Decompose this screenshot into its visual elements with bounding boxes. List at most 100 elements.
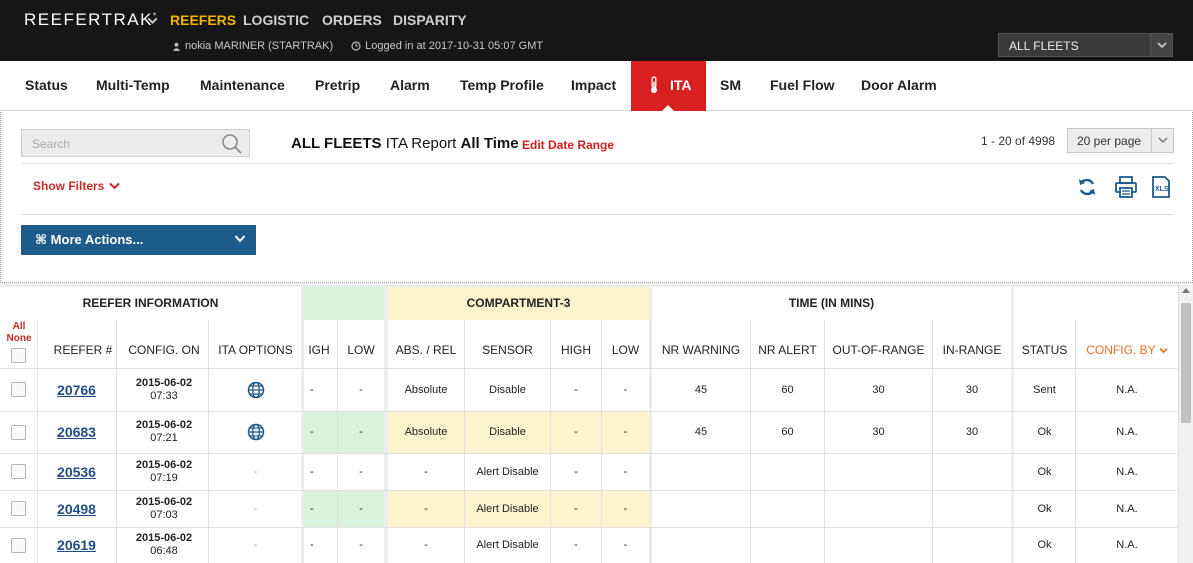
select-all-checkbox[interactable] (11, 347, 26, 363)
low-b-cell: - (602, 411, 649, 453)
scroll-up-arrow-icon[interactable] (1182, 288, 1190, 293)
brand-logo[interactable]: REEFERTRAK* (24, 10, 158, 30)
refresh-icon[interactable] (1075, 175, 1099, 199)
more-actions-button[interactable]: ⌘ More Actions... (21, 225, 256, 255)
tab-sm[interactable]: SM (720, 61, 741, 111)
low-b-value: - (623, 465, 628, 478)
reefer-link[interactable]: 20498 (57, 501, 96, 517)
column-config-on[interactable]: CONFIG. ON (120, 320, 208, 368)
reefer-cell: 20683 (37, 411, 116, 453)
select-all-link[interactable]: All (13, 321, 26, 332)
reefer-link[interactable]: 20766 (57, 382, 96, 398)
nav-logistic[interactable]: LOGISTIC (243, 12, 309, 28)
column-low[interactable]: LOW (338, 320, 384, 368)
nr-warning-cell (652, 490, 750, 527)
row-checkbox-cell (0, 527, 37, 563)
low-a-cell: - (338, 490, 384, 527)
column-status[interactable]: STATUS (1014, 320, 1075, 368)
nav-orders[interactable]: ORDERS (322, 12, 382, 28)
report-fleet: ALL FLEETS (291, 135, 382, 152)
high-a-value: - (310, 539, 314, 551)
reefer-link[interactable]: 20536 (57, 464, 96, 480)
column-nr-alert[interactable]: NR ALERT (751, 320, 824, 368)
row-checkbox[interactable] (11, 424, 26, 440)
abs-rel-value: - (424, 539, 428, 551)
sensor-value: Disable (489, 383, 526, 396)
tab-fuel-flow[interactable]: Fuel Flow (770, 61, 835, 111)
high-a-cell: - (304, 411, 337, 453)
globe-icon[interactable] (247, 381, 265, 399)
row-checkbox[interactable] (11, 382, 26, 397)
reefer-cell: 20498 (37, 490, 116, 527)
reefer-link[interactable]: 20619 (57, 537, 96, 553)
tab-door-alarm[interactable]: Door Alarm (861, 61, 937, 111)
vertical-scrollbar[interactable] (1178, 283, 1193, 563)
column-high[interactable]: IGH (304, 320, 334, 368)
edit-date-range-link[interactable]: Edit Date Range (522, 138, 614, 152)
scroll-thumb[interactable] (1181, 303, 1191, 423)
xls-export-icon[interactable]: XLS (1149, 175, 1173, 199)
tab-pretrip[interactable]: Pretrip (315, 61, 360, 111)
select-none-link[interactable]: None (7, 333, 32, 344)
high-b-value: - (574, 426, 578, 438)
column-abs-rel[interactable]: ABS. / REL (388, 320, 464, 368)
show-filters-toggle[interactable]: Show Filters (33, 179, 121, 193)
column-ita-options[interactable]: ITA OPTIONS (210, 320, 301, 368)
more-actions-label: ⌘ More Actions... (35, 232, 144, 247)
reefer-link[interactable]: 20683 (57, 424, 96, 440)
select-all-none[interactable]: All None (4, 321, 34, 345)
column-reefer[interactable]: REEFER # (50, 320, 116, 368)
config-by-cell: N.A. (1076, 527, 1178, 563)
tab-temp-profile[interactable]: Temp Profile (460, 61, 544, 111)
chevron-down-icon[interactable] (1150, 34, 1172, 56)
config-on-cell: 2015-06-02 07:19 (120, 453, 208, 490)
abs-rel-cell: - (388, 527, 464, 563)
chevron-down-icon[interactable] (1151, 129, 1173, 152)
search-icon[interactable] (221, 133, 243, 155)
column-sensor[interactable]: SENSOR (465, 320, 550, 368)
column-config-by[interactable]: CONFIG. BY (1076, 320, 1178, 368)
sensor-cell: Alert Disable (465, 527, 550, 563)
user-name: nokia MARINER (STARTRAK) (185, 40, 334, 52)
column-nr-warning[interactable]: NR WARNING (652, 320, 750, 368)
fleet-select[interactable]: ALL FLEETS (998, 33, 1173, 57)
status-cell: Ok (1014, 411, 1075, 453)
low-a-cell: - (338, 527, 384, 563)
print-icon[interactable] (1114, 175, 1138, 199)
row-checkbox[interactable] (11, 501, 26, 516)
divider (824, 320, 825, 563)
abs-rel-cell: - (388, 453, 464, 490)
in-range-cell (933, 527, 1011, 563)
divider (932, 320, 933, 563)
search-input[interactable]: Search (21, 129, 250, 157)
globe-icon[interactable] (247, 423, 265, 441)
limits-group-band (304, 287, 384, 320)
tab-multi-temp[interactable]: Multi-Temp (96, 61, 170, 111)
column-low-comp[interactable]: LOW (602, 320, 649, 368)
per-page-select[interactable]: 20 per page (1067, 128, 1174, 153)
nr-warning-value: 45 (694, 383, 708, 396)
chevron-down-icon[interactable] (146, 14, 159, 27)
login-time: Logged in at 2017-10-31 05:07 GMT (365, 40, 544, 52)
tab-maintenance[interactable]: Maintenance (200, 61, 285, 111)
column-out-of-range[interactable]: OUT-OF-RANGE (825, 320, 932, 368)
tab-impact[interactable]: Impact (571, 61, 616, 111)
tab-alarm[interactable]: Alarm (390, 61, 430, 111)
nav-disparity[interactable]: DISPARITY (393, 12, 467, 28)
column-high-comp[interactable]: HIGH (551, 320, 601, 368)
row-checkbox-cell (0, 490, 37, 527)
config-by-value: N.A. (1116, 539, 1138, 551)
low-b-value: - (623, 539, 628, 551)
row-checkbox[interactable] (11, 537, 26, 553)
status-value: Sent (1033, 383, 1056, 396)
nr-alert-cell: 60 (751, 411, 824, 453)
column-in-range[interactable]: IN-RANGE (933, 320, 1011, 368)
fleet-select-value: ALL FLEETS (1009, 39, 1079, 53)
nav-reefers[interactable]: REEFERS (170, 12, 236, 28)
tab-bar: Status Multi-Temp Maintenance Pretrip Al… (0, 61, 1193, 112)
row-checkbox[interactable] (11, 464, 26, 479)
out-of-range-cell (825, 527, 932, 563)
tab-status[interactable]: Status (25, 61, 68, 111)
nr-alert-cell (751, 527, 824, 563)
tab-ita[interactable]: ITA (631, 61, 706, 112)
